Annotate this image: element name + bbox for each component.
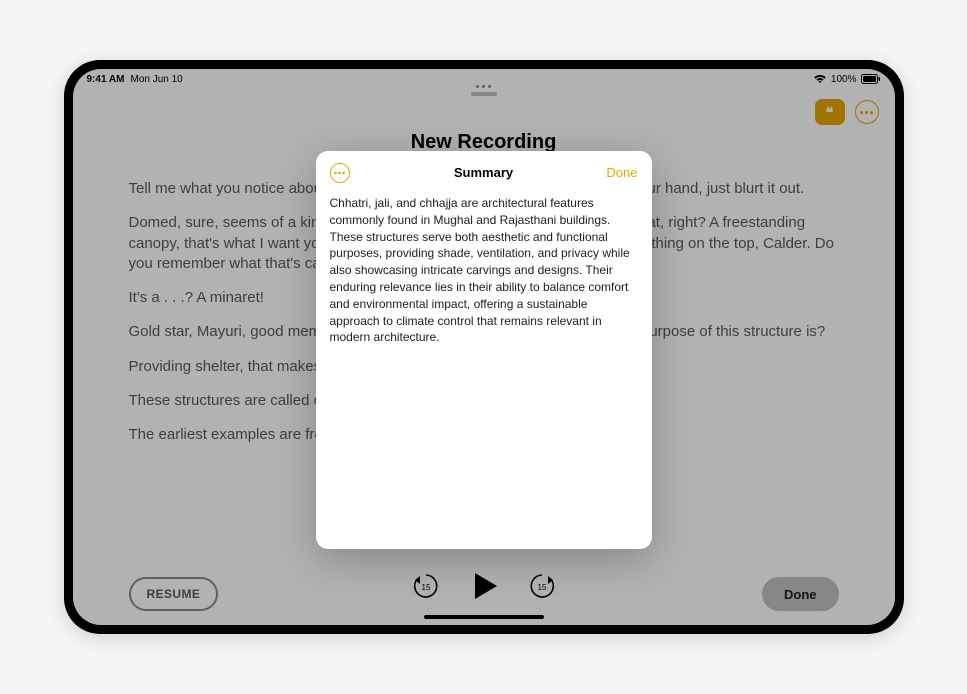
device-screen: 9:41 AM Mon Jun 10 100% — [73, 69, 895, 625]
summary-modal: Summary Done Chhatri, jali, and chhajja … — [316, 151, 652, 549]
play-button[interactable] — [467, 569, 501, 603]
summary-done-button[interactable]: Done — [606, 163, 637, 183]
pull-handle[interactable] — [73, 85, 895, 96]
skip-forward-15-button[interactable]: 15 — [527, 571, 557, 601]
more-options-button[interactable] — [855, 100, 879, 124]
svg-text:15: 15 — [421, 583, 430, 592]
status-time: 9:41 AM — [87, 74, 125, 85]
status-date: Mon Jun 10 — [130, 74, 182, 85]
summary-title: Summary — [330, 163, 638, 183]
battery-icon — [861, 74, 881, 84]
done-button[interactable]: Done — [762, 577, 839, 611]
done-label: Done — [784, 587, 817, 602]
status-battery-pct: 100% — [831, 74, 857, 85]
skip-back-15-button[interactable]: 15 — [411, 571, 441, 601]
quote-icon: ❝ — [826, 104, 834, 121]
stage: 9:41 AM Mon Jun 10 100% — [0, 0, 967, 694]
device-bezel: 9:41 AM Mon Jun 10 100% — [64, 60, 904, 634]
home-indicator[interactable] — [424, 615, 544, 619]
svg-text:15: 15 — [537, 583, 546, 592]
wifi-icon — [813, 74, 827, 84]
summary-more-button[interactable] — [330, 163, 350, 183]
summary-body: Chhatri, jali, and chhajja are architect… — [330, 195, 638, 346]
quote-button[interactable]: ❝ — [815, 99, 845, 125]
